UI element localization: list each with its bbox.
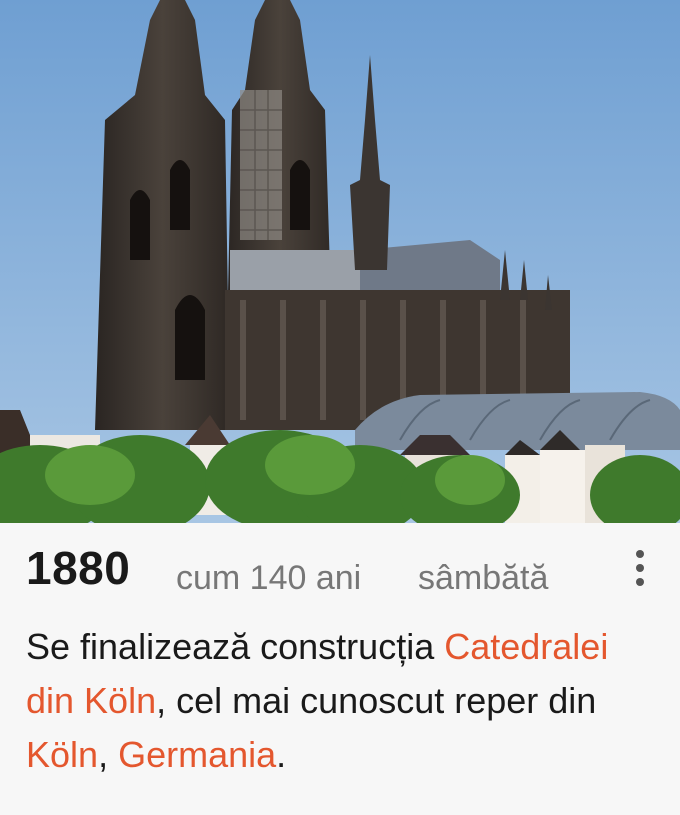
event-card: 1880 cum 140 ani sâmbătă Se finalizează … xyxy=(0,0,680,815)
description-text: Se finalizează construcția xyxy=(26,626,445,667)
event-weekday: sâmbătă xyxy=(418,559,549,597)
link-germania[interactable]: Germania xyxy=(118,734,276,775)
event-year: 1880 xyxy=(26,542,131,594)
description-text: , xyxy=(98,734,119,775)
link-koln[interactable]: Köln xyxy=(26,734,98,775)
more-vert-icon[interactable] xyxy=(620,544,660,592)
description-text: . xyxy=(276,734,287,775)
description-text: , cel mai cunoscut reper din xyxy=(156,680,597,721)
event-meta-row: 1880 cum 140 ani sâmbătă xyxy=(26,540,660,600)
cathedral-photo xyxy=(0,0,680,523)
menu-dot xyxy=(636,564,644,572)
event-years-ago: cum 140 ani xyxy=(176,559,362,597)
menu-dot xyxy=(636,578,644,586)
event-description: Se finalizează construcția Catedralei di… xyxy=(26,620,666,782)
event-image[interactable] xyxy=(0,0,680,523)
menu-dot xyxy=(636,550,644,558)
